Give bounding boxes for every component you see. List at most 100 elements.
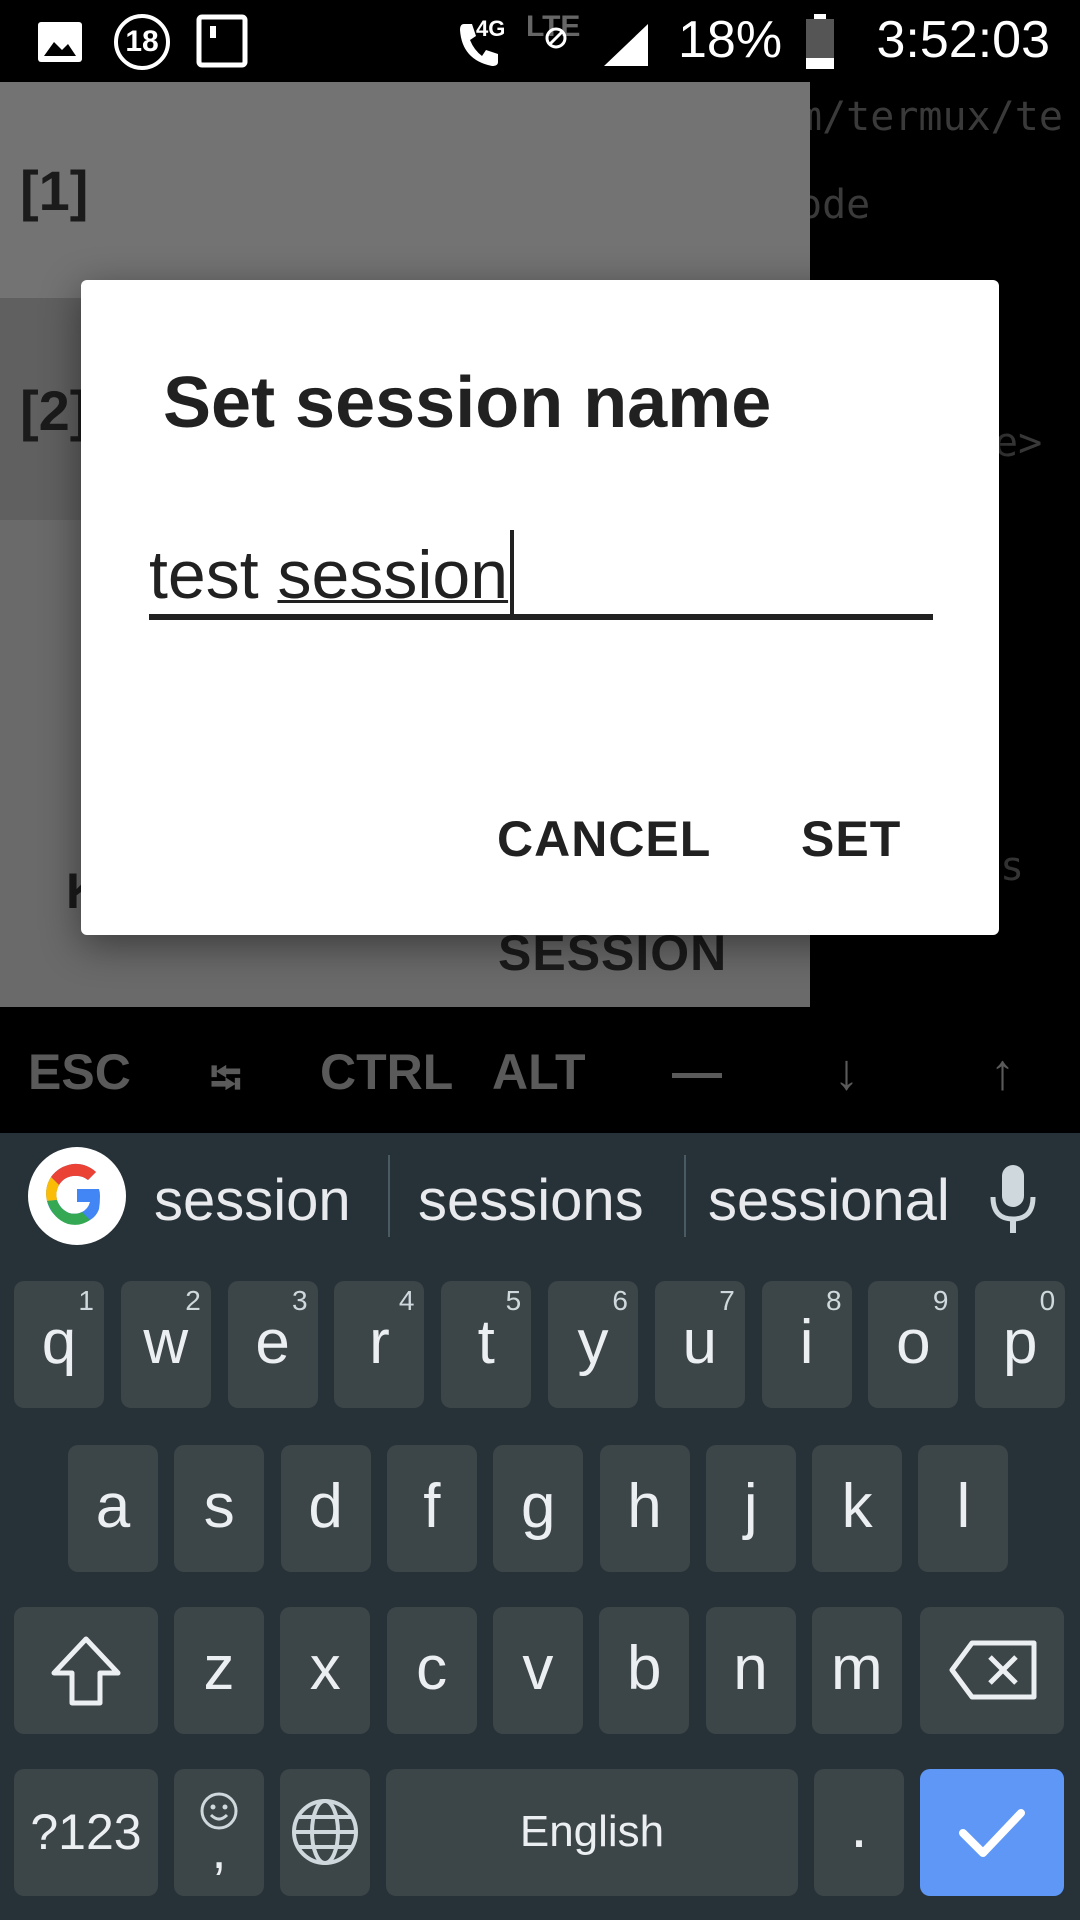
key-z[interactable]: z bbox=[174, 1607, 264, 1734]
key-hint: 8 bbox=[826, 1285, 842, 1316]
key-label: z bbox=[203, 1634, 235, 1703]
key-k[interactable]: k bbox=[812, 1445, 903, 1572]
dash-key[interactable]: — bbox=[672, 1043, 722, 1101]
input-composing-word: session bbox=[277, 537, 509, 613]
key-v[interactable]: v bbox=[492, 1607, 583, 1734]
key-hint: 0 bbox=[1039, 1285, 1056, 1316]
key-label: g bbox=[520, 1472, 556, 1541]
google-g-icon[interactable] bbox=[28, 1147, 126, 1245]
session-label: [2] bbox=[20, 379, 89, 442]
period-label: . bbox=[850, 1792, 868, 1861]
language-key[interactable] bbox=[280, 1769, 370, 1896]
suggestion-3[interactable]: sessional bbox=[708, 1167, 950, 1234]
key-hint: 5 bbox=[505, 1285, 522, 1316]
ctrl-key[interactable]: CTRL bbox=[320, 1043, 453, 1101]
emoji-comma-key[interactable]: , bbox=[174, 1769, 264, 1896]
key-r[interactable]: r4 bbox=[334, 1281, 425, 1408]
key-m[interactable]: m bbox=[811, 1607, 902, 1734]
key-i[interactable]: i8 bbox=[761, 1281, 852, 1408]
key-hint: 7 bbox=[719, 1285, 735, 1316]
enter-key[interactable] bbox=[920, 1769, 1064, 1896]
shift-icon bbox=[51, 1636, 121, 1706]
key-label: x bbox=[309, 1634, 341, 1703]
tab-key[interactable]: ⭾ bbox=[210, 1049, 242, 1120]
backspace-key[interactable] bbox=[920, 1607, 1064, 1734]
key-label: k bbox=[841, 1472, 873, 1541]
period-key[interactable]: . bbox=[814, 1769, 904, 1896]
key-f[interactable]: f bbox=[386, 1445, 477, 1572]
key-label: y bbox=[577, 1308, 609, 1377]
globe-icon bbox=[292, 1799, 358, 1865]
key-label: f bbox=[423, 1472, 441, 1541]
space-key[interactable]: English bbox=[386, 1769, 798, 1896]
key-c[interactable]: c bbox=[386, 1607, 477, 1734]
key-p[interactable]: p0 bbox=[975, 1281, 1066, 1408]
key-g[interactable]: g bbox=[493, 1445, 584, 1572]
text-cursor bbox=[510, 530, 515, 620]
suggestion-divider bbox=[684, 1155, 686, 1237]
key-o[interactable]: o9 bbox=[868, 1281, 959, 1408]
key-l[interactable]: l bbox=[918, 1445, 1009, 1572]
key-b[interactable]: b bbox=[599, 1607, 690, 1734]
shift-key[interactable] bbox=[14, 1607, 158, 1734]
key-y[interactable]: y6 bbox=[548, 1281, 638, 1408]
suggestion-bar: session sessions sessional bbox=[0, 1133, 1080, 1263]
key-label: p bbox=[1002, 1308, 1038, 1377]
esc-key[interactable]: ESC bbox=[28, 1043, 131, 1101]
key-j[interactable]: j bbox=[705, 1445, 796, 1572]
key-label: m bbox=[830, 1634, 883, 1703]
key-label: j bbox=[743, 1472, 758, 1541]
session-item-1[interactable]: [1] bbox=[0, 82, 810, 298]
key-n[interactable]: n bbox=[705, 1607, 796, 1734]
screen-notification-icon bbox=[196, 14, 248, 68]
dialog-title: Set session name bbox=[163, 363, 772, 443]
session-label: [1] bbox=[20, 159, 89, 222]
key-label: c bbox=[416, 1634, 448, 1703]
key-d[interactable]: d bbox=[280, 1445, 371, 1572]
key-hint: 2 bbox=[185, 1285, 201, 1316]
up-arrow-key[interactable]: ↑ bbox=[990, 1043, 1015, 1101]
key-label: i bbox=[799, 1308, 814, 1377]
key-label: a bbox=[95, 1472, 131, 1541]
network-type: 4G bbox=[476, 16, 506, 41]
input-prefix: test bbox=[149, 537, 278, 613]
key-label: b bbox=[626, 1634, 662, 1703]
key-t[interactable]: t5 bbox=[441, 1281, 532, 1408]
key-label: q bbox=[41, 1308, 77, 1377]
key-label: e bbox=[255, 1308, 290, 1377]
suggestion-2[interactable]: sessions bbox=[418, 1167, 644, 1234]
session-name-input[interactable]: test session bbox=[149, 530, 933, 620]
terminal-line: e> bbox=[994, 420, 1043, 466]
suggestion-1[interactable]: session bbox=[154, 1167, 351, 1234]
key-u[interactable]: u7 bbox=[654, 1281, 745, 1408]
alt-key[interactable]: ALT bbox=[492, 1043, 585, 1101]
comma-label: , bbox=[211, 1820, 227, 1880]
key-q[interactable]: q1 bbox=[14, 1281, 104, 1408]
key-label: n bbox=[733, 1634, 768, 1703]
key-w[interactable]: w2 bbox=[120, 1281, 211, 1408]
battery-icon bbox=[806, 14, 834, 69]
key-label: s bbox=[203, 1472, 235, 1541]
checkmark-icon bbox=[959, 1809, 1025, 1857]
set-button[interactable]: SET bbox=[801, 810, 901, 868]
key-s[interactable]: s bbox=[174, 1445, 265, 1572]
key-h[interactable]: h bbox=[599, 1445, 690, 1572]
key-hint: 1 bbox=[78, 1285, 94, 1316]
down-arrow-key[interactable]: ↓ bbox=[834, 1043, 859, 1101]
microphone-icon[interactable] bbox=[985, 1163, 1041, 1237]
symbols-label: ?123 bbox=[30, 1804, 142, 1860]
key-hint: 9 bbox=[932, 1285, 949, 1316]
key-label: u bbox=[682, 1308, 718, 1377]
signal-icon bbox=[604, 24, 648, 66]
key-label: v bbox=[522, 1634, 554, 1703]
space-label: English bbox=[519, 1807, 665, 1856]
cancel-button[interactable]: CANCEL bbox=[497, 810, 711, 868]
set-session-name-dialog: Set session name test session CANCEL SET bbox=[81, 280, 999, 935]
key-label: t bbox=[477, 1308, 495, 1377]
key-x[interactable]: x bbox=[280, 1607, 371, 1734]
key-hint: 3 bbox=[292, 1285, 308, 1316]
symbols-key[interactable]: ?123 bbox=[14, 1769, 158, 1896]
key-a[interactable]: a bbox=[68, 1445, 158, 1572]
key-e[interactable]: e3 bbox=[227, 1281, 318, 1408]
key-label: h bbox=[627, 1472, 662, 1541]
